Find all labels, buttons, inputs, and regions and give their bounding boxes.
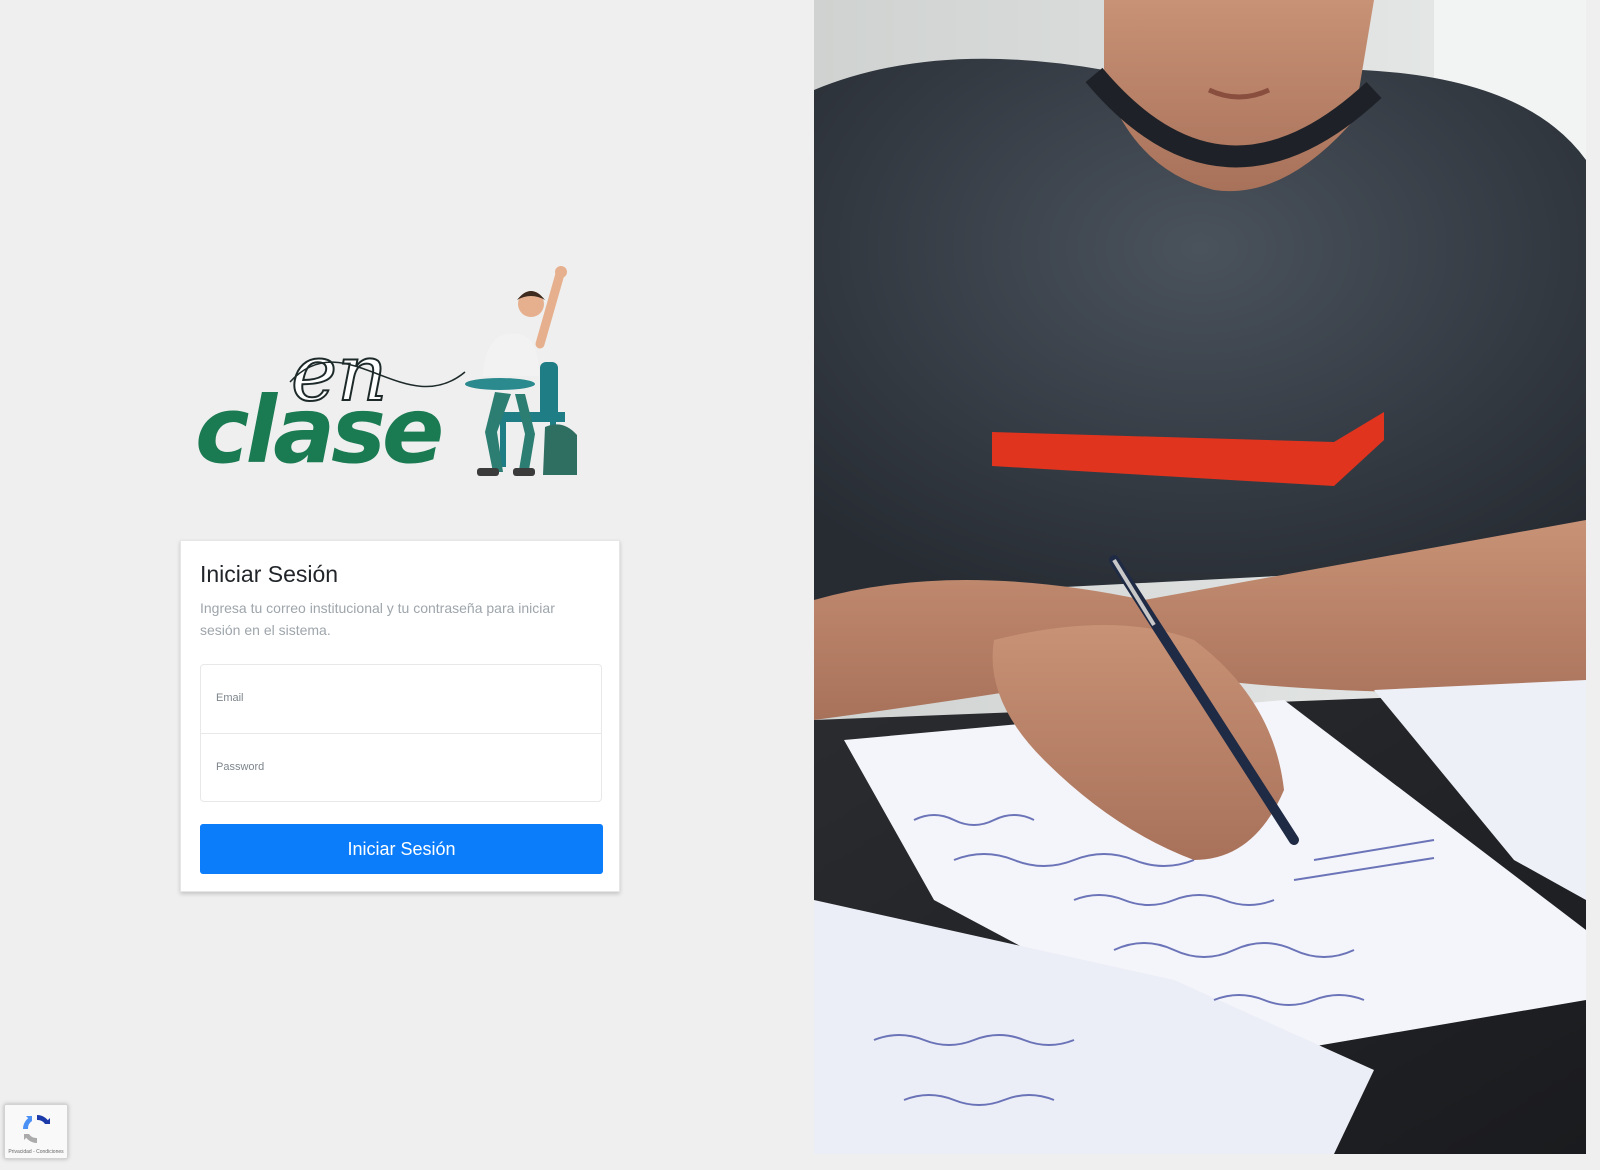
email-field[interactable] xyxy=(201,665,601,733)
password-field[interactable] xyxy=(201,734,601,801)
password-field-wrapper: Password xyxy=(201,733,601,801)
student-figure xyxy=(465,266,577,476)
recaptcha-icon xyxy=(23,1115,50,1143)
login-subtitle: Ingresa tu correo institucional y tu con… xyxy=(200,600,555,638)
login-card: Iniciar Sesión Ingresa tu correo institu… xyxy=(180,540,620,892)
enclase-logo: clase en xyxy=(195,262,605,492)
recaptcha-badge[interactable]: Privacidad - Condiciones xyxy=(4,1104,68,1159)
email-field-wrapper: Email xyxy=(201,665,601,733)
credentials-group: Email Password xyxy=(200,664,602,802)
login-button[interactable]: Iniciar Sesión xyxy=(200,824,603,874)
recaptcha-footer[interactable]: Privacidad - Condiciones xyxy=(5,1149,67,1155)
login-panel: clase en Iniciar Sesión Ingresa tu corre… xyxy=(0,0,814,1170)
login-title: Iniciar Sesión xyxy=(200,561,339,587)
svg-text:en: en xyxy=(291,329,387,419)
student-writing-photo xyxy=(814,0,1586,1154)
login-page: clase en Iniciar Sesión Ingresa tu corre… xyxy=(0,0,1600,1170)
right-gutter xyxy=(1586,0,1600,1170)
